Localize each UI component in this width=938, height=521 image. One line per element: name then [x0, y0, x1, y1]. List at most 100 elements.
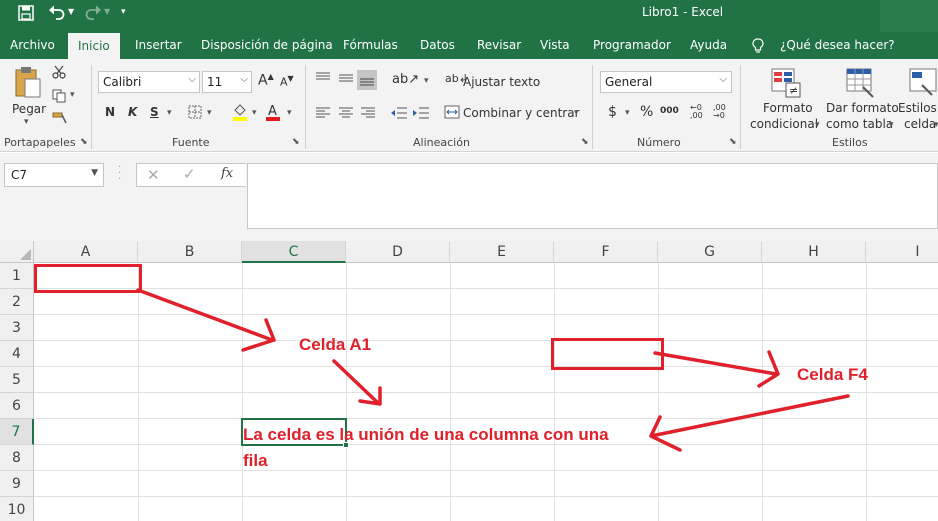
- undo-dropdown-icon[interactable]: ▼: [68, 0, 74, 24]
- font-color-icon[interactable]: A: [265, 103, 281, 121]
- cell-styles-dropdown-icon[interactable]: ▾: [934, 120, 938, 130]
- tab-disposicion[interactable]: Disposición de página: [201, 32, 333, 59]
- tell-me-search[interactable]: ¿Qué desea hacer?: [780, 32, 895, 59]
- font-name-select[interactable]: Calibri ⌵: [98, 71, 200, 93]
- group-alignment-label: Alineación: [413, 136, 470, 149]
- copy-icon[interactable]: [52, 89, 66, 103]
- window-title: Libro1 - Excel: [642, 5, 724, 19]
- font-size-value: 11: [207, 75, 223, 89]
- conditional-format-label-1[interactable]: Formato: [763, 101, 813, 115]
- cancel-entry-icon[interactable]: ✕: [147, 166, 160, 184]
- underline-dropdown-icon[interactable]: ▾: [167, 108, 172, 118]
- svg-text:≠: ≠: [789, 84, 798, 97]
- increase-indent-icon[interactable]: [413, 106, 429, 120]
- format-as-table-dropdown-icon[interactable]: ▾: [889, 120, 894, 130]
- decrease-decimal-icon[interactable]: ,00 →0: [713, 104, 726, 120]
- align-left-icon[interactable]: [316, 107, 330, 119]
- bold-button[interactable]: N: [105, 105, 115, 119]
- italic-button[interactable]: K: [128, 105, 137, 119]
- currency-button[interactable]: $: [608, 104, 617, 120]
- format-as-table-icon[interactable]: [845, 67, 875, 99]
- align-right-icon[interactable]: [361, 107, 375, 119]
- font-name-value: Calibri: [103, 75, 142, 89]
- arrow-note: [649, 394, 850, 452]
- cell-styles-label-2[interactable]: celda: [904, 117, 936, 131]
- cell-styles-icon[interactable]: [908, 67, 938, 99]
- conditional-format-label-2[interactable]: condicional: [750, 117, 818, 131]
- merge-center-button[interactable]: Combinar y centrar: [463, 106, 580, 120]
- underline-button[interactable]: S: [150, 105, 159, 119]
- ribbon-separator: [305, 65, 306, 149]
- label-celda-f4: Celda F4: [797, 365, 868, 384]
- formula-input[interactable]: [247, 163, 938, 229]
- tab-inicio[interactable]: Inicio: [68, 33, 120, 59]
- save-icon[interactable]: [18, 5, 34, 21]
- thousands-button[interactable]: 000: [660, 106, 679, 116]
- borders-dropdown-icon[interactable]: ▾: [207, 108, 212, 118]
- increase-decimal-icon[interactable]: ←0,00: [690, 104, 703, 120]
- tab-insertar[interactable]: Insertar: [135, 32, 182, 59]
- conditional-format-icon[interactable]: ≠: [770, 67, 802, 99]
- ribbon-separator: [740, 65, 741, 149]
- redo-icon[interactable]: [84, 4, 102, 20]
- format-as-table-label-2[interactable]: como tabla: [826, 117, 893, 131]
- fill-color-icon[interactable]: [232, 103, 248, 121]
- confirm-entry-icon[interactable]: ✓: [183, 165, 196, 183]
- number-launcher-icon[interactable]: ⬊: [729, 137, 737, 147]
- cut-icon[interactable]: [52, 65, 66, 79]
- paste-icon[interactable]: [13, 65, 43, 99]
- tab-datos[interactable]: Datos: [420, 32, 455, 59]
- align-bottom-icon: [360, 78, 374, 86]
- number-format-value: General: [605, 75, 653, 89]
- alignment-launcher-icon[interactable]: ⬊: [581, 137, 589, 147]
- group-font-label: Fuente: [172, 136, 210, 149]
- orientation-icon[interactable]: ab↗: [392, 72, 419, 87]
- group-number-label: Número: [637, 136, 681, 149]
- decrease-font-icon[interactable]: A▼: [280, 74, 294, 89]
- align-middle-icon[interactable]: [339, 72, 353, 84]
- font-launcher-icon[interactable]: ⬊: [292, 137, 300, 147]
- percent-button[interactable]: %: [640, 104, 653, 120]
- align-center-icon[interactable]: [339, 107, 353, 119]
- ribbon-separator: [592, 65, 593, 149]
- name-box-value: C7: [11, 168, 28, 182]
- number-format-select[interactable]: General ⌵: [600, 71, 732, 93]
- ribbon-separator: [91, 65, 92, 149]
- conditional-format-dropdown-icon[interactable]: ▾: [815, 120, 820, 130]
- increase-font-icon[interactable]: A▲: [258, 72, 274, 89]
- merge-center-icon[interactable]: [444, 105, 460, 119]
- wrap-text-button[interactable]: Ajustar texto: [463, 75, 540, 89]
- copy-dropdown-icon[interactable]: ▾: [70, 90, 75, 100]
- tab-ayuda[interactable]: Ayuda: [690, 32, 727, 59]
- worksheet-grid[interactable]: A B C D E F G H I 1 2 3 4 5 6 7 8 9 10 C…: [0, 241, 938, 521]
- tab-formulas[interactable]: Fórmulas: [343, 32, 398, 59]
- tab-programador[interactable]: Programador: [593, 32, 671, 59]
- name-box-dropdown-icon[interactable]: ▼: [91, 168, 98, 178]
- borders-icon[interactable]: [188, 105, 202, 119]
- format-painter-icon[interactable]: [52, 111, 68, 125]
- resize-handle-icon[interactable]: · · ·: [118, 163, 121, 185]
- ribbon-tabs: Archivo Inicio Insertar Disposición de p…: [0, 32, 938, 59]
- decrease-indent-icon[interactable]: [391, 106, 407, 120]
- tab-vista[interactable]: Vista: [540, 32, 570, 59]
- format-as-table-label-1[interactable]: Dar formato: [826, 101, 899, 115]
- name-box[interactable]: C7 ▼: [4, 163, 104, 187]
- arrow-a1-label: [332, 359, 382, 406]
- align-top-icon[interactable]: [316, 72, 330, 84]
- paste-label[interactable]: Pegar: [12, 102, 46, 116]
- merge-dropdown-icon[interactable]: ▾: [574, 108, 579, 118]
- tab-revisar[interactable]: Revisar: [477, 32, 521, 59]
- paste-dropdown-icon[interactable]: ▾: [24, 117, 29, 127]
- clipboard-launcher-icon[interactable]: ⬊: [80, 137, 88, 147]
- undo-icon[interactable]: [48, 4, 66, 20]
- cell-styles-label-1[interactable]: Estilos de: [898, 101, 938, 115]
- tab-archivo[interactable]: Archivo: [10, 32, 55, 59]
- customize-quick-access-icon[interactable]: ▾: [121, 0, 126, 24]
- fill-color-dropdown-icon[interactable]: ▾: [252, 108, 257, 118]
- insert-function-icon[interactable]: fx: [221, 166, 233, 181]
- redo-dropdown-icon[interactable]: ▼: [104, 0, 110, 24]
- orientation-dropdown-icon[interactable]: ▾: [424, 76, 429, 86]
- currency-dropdown-icon[interactable]: ▾: [625, 108, 630, 118]
- font-color-dropdown-icon[interactable]: ▾: [287, 108, 292, 118]
- font-size-select[interactable]: 11 ⌵: [202, 71, 252, 93]
